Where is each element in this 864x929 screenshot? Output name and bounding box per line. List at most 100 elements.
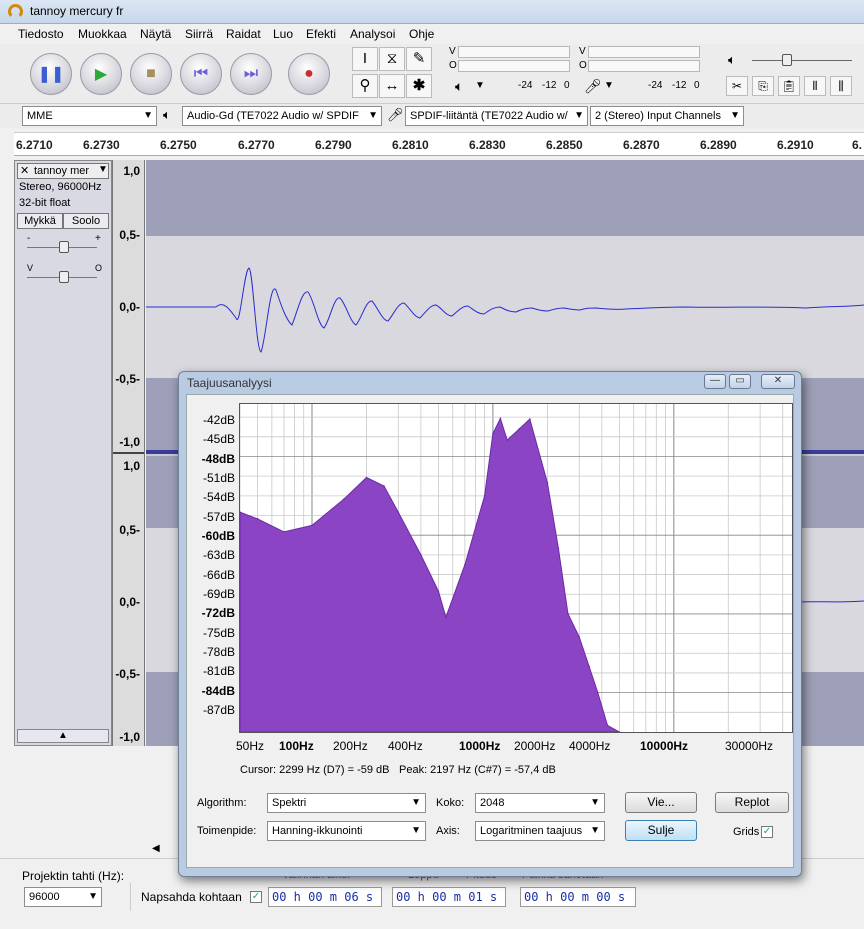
y-tick-label: -81dB	[202, 664, 235, 678]
timeline-ruler[interactable]: 6.2710 6.2730 6.2750 6.2770 6.2790 6.281…	[14, 132, 864, 156]
axis-select[interactable]: Logaritminen taajuus ▼	[475, 821, 605, 841]
vruler-label: -1,0	[119, 730, 140, 744]
x-tick-label: 10000Hz	[640, 739, 689, 753]
ruler-tick: 6.2890	[700, 138, 737, 152]
mute-button[interactable]: Mykkä	[17, 213, 63, 229]
spectrum-svg	[239, 404, 792, 733]
silence-icon[interactable]: ⫼	[830, 76, 852, 96]
skip-start-button[interactable]: ⏮	[180, 53, 222, 95]
input-channels-select[interactable]: 2 (Stereo) Input Channels ▼	[590, 106, 744, 126]
frequency-analysis-dialog: Taajuusanalyysi — ▭ ✕ -42dB -45dB -48dB …	[178, 371, 802, 877]
menu-generate[interactable]: Luo	[273, 27, 293, 41]
project-rate-select[interactable]: 96000 ▼	[24, 887, 102, 907]
pause-button[interactable]: ❚❚	[30, 53, 72, 95]
function-select[interactable]: Hanning-ikkunointi ▼	[267, 821, 426, 841]
trim-icon[interactable]: ⫴	[804, 76, 826, 96]
spectrum-point	[256, 518, 259, 520]
spectrum-point	[445, 616, 447, 618]
solo-button[interactable]: Soolo	[63, 213, 109, 229]
selection-tool-icon[interactable]: I	[352, 47, 378, 71]
output-volume-knob[interactable]	[782, 54, 792, 66]
multi-tool-icon[interactable]: ✱	[406, 74, 432, 98]
snap-to-checkbox[interactable]: ✓	[250, 891, 262, 903]
close-button[interactable]: Sulje	[625, 820, 697, 841]
chevron-down-icon: ▼	[590, 797, 600, 808]
menu-edit[interactable]: Muokkaa	[78, 27, 127, 41]
menu-transport[interactable]: Siirrä	[185, 27, 213, 41]
play-meter-right	[458, 60, 570, 72]
menu-bar: Tiedosto Muokkaa Näytä Siirrä Raidat Luo…	[0, 24, 864, 44]
menu-tracks[interactable]: Raidat	[226, 27, 261, 41]
selection-end-time[interactable]: 00 h 00 m 01 s	[392, 887, 506, 907]
y-tick-label: -48dB	[201, 452, 235, 466]
paste-icon[interactable]: 📋︎	[778, 76, 800, 96]
maximize-icon: ▭	[735, 375, 745, 386]
stop-icon: ■	[146, 65, 156, 82]
cut-icon[interactable]: ✂	[726, 76, 748, 96]
channel-divider	[113, 452, 144, 454]
play-meter-scale-0: 0	[564, 80, 570, 91]
record-button[interactable]: ●	[288, 53, 330, 95]
algorithm-select[interactable]: Spektri ▼	[267, 793, 426, 813]
spectrum-plot[interactable]	[239, 403, 793, 733]
copy-icon[interactable]: ⎘	[752, 76, 774, 96]
axis-label: Axis:	[436, 825, 460, 837]
size-select[interactable]: 2048 ▼	[475, 793, 605, 813]
envelope-tool-icon[interactable]: ⧖	[379, 47, 405, 71]
record-meter-dropdown-icon[interactable]: ▼	[604, 80, 614, 91]
menu-analyze[interactable]: Analysoi	[350, 27, 395, 41]
y-tick-label: -63dB	[202, 548, 235, 562]
menu-view[interactable]: Näytä	[140, 27, 171, 41]
skip-end-button[interactable]: ⏭	[230, 53, 272, 95]
selection-start-time[interactable]: 00 h 00 m 06 s	[268, 887, 382, 907]
zoom-tool-icon[interactable]: ⚲	[352, 74, 378, 98]
ruler-tick: 6.	[852, 138, 863, 152]
output-device-select[interactable]: Audio-Gd (TE7022 Audio w/ SPDIF ▼	[182, 106, 382, 126]
pan-left-label: V	[27, 263, 34, 273]
spectrum-area	[239, 417, 622, 733]
play-meter-dropdown-icon[interactable]: ▼	[475, 80, 485, 91]
close-window-button[interactable]: ✕	[761, 374, 795, 389]
function-label: Toimenpide:	[197, 825, 257, 837]
y-tick-label: -78dB	[202, 645, 235, 659]
output-volume-slider[interactable]	[752, 60, 852, 61]
menu-help[interactable]: Ohje	[409, 27, 434, 41]
stop-button[interactable]: ■	[130, 53, 172, 95]
record-meter-bottom-label: O	[579, 60, 587, 71]
ruler-tick: 6.2810	[392, 138, 429, 152]
audio-position-time[interactable]: 00 h 00 m 00 s	[520, 887, 636, 907]
collapse-track-button[interactable]: ▲	[17, 729, 109, 743]
record-icon: ●	[304, 65, 314, 82]
spectrum-point	[311, 524, 313, 527]
gain-minus-label: -	[27, 233, 31, 244]
audacity-headphones-icon	[8, 4, 23, 19]
record-meter-scale-24: -24	[648, 80, 663, 91]
maximize-button[interactable]: ▭	[729, 374, 751, 389]
minimize-icon: —	[710, 375, 720, 386]
menu-file[interactable]: Tiedosto	[18, 27, 64, 41]
scroll-left-icon[interactable]: ◀	[152, 843, 160, 854]
pan-slider-knob[interactable]	[59, 271, 69, 283]
vruler-label: -0,5-	[115, 372, 140, 386]
audio-host-select[interactable]: MME ▼	[22, 106, 157, 126]
export-button[interactable]: Vie...	[625, 792, 697, 813]
menu-effect[interactable]: Efekti	[306, 27, 336, 41]
vruler-label: -1,0	[119, 435, 140, 449]
timeshift-tool-icon[interactable]: ↔	[379, 74, 405, 98]
window-titlebar: tannoy mercury fr	[0, 0, 864, 24]
input-channels-value: 2 (Stereo) Input Channels	[595, 110, 721, 122]
output-volume-icon: 🔈︎	[728, 52, 736, 67]
play-meter-scale-24: -24	[518, 80, 533, 91]
spectrum-point	[397, 511, 400, 513]
minimize-button[interactable]: —	[704, 374, 726, 389]
draw-tool-icon[interactable]: ✎	[406, 47, 432, 71]
play-button[interactable]: ▶	[80, 53, 122, 95]
close-track-icon[interactable]: ✕	[20, 164, 29, 177]
grids-checkbox[interactable]: ✓	[761, 826, 773, 838]
replot-button[interactable]: Replot	[715, 792, 789, 813]
track-name-menu[interactable]: ✕ tannoy mer ▼	[17, 163, 109, 179]
input-device-select[interactable]: SPDIF-liitäntä (TE7022 Audio w/ ▼	[405, 106, 588, 126]
collapse-up-icon: ▲	[58, 730, 68, 741]
spectrum-point	[464, 563, 466, 566]
gain-slider-knob[interactable]	[59, 241, 69, 253]
